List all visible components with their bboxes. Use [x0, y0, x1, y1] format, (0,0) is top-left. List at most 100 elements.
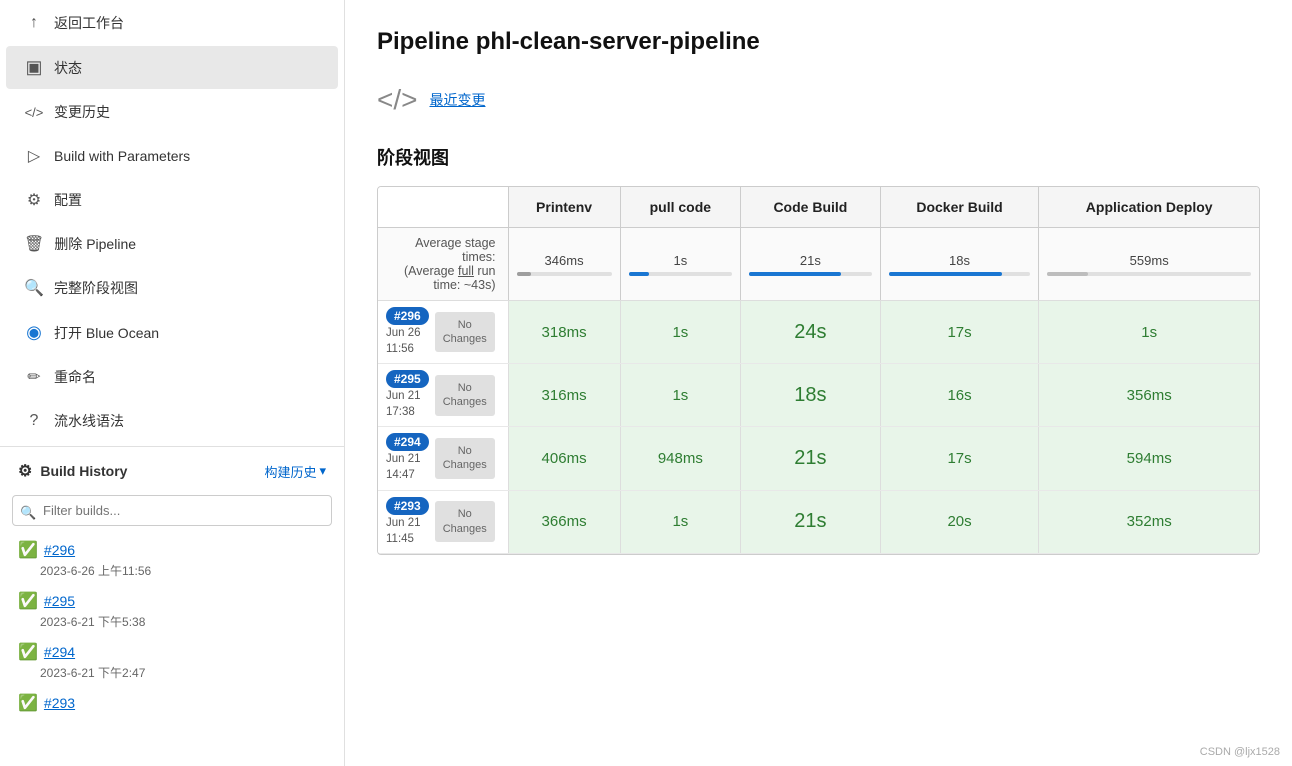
success-icon: ✅ — [18, 642, 38, 662]
build-info-inner: #295 Jun 2117:38 No Changes — [386, 370, 500, 420]
build-badge[interactable]: #296 — [386, 307, 429, 325]
build-number[interactable]: #295 — [44, 593, 75, 609]
watermark: CSDN @ljx1528 — [1200, 746, 1280, 758]
stage-view-title: 阶段视图 — [377, 144, 1260, 170]
no-changes-button[interactable]: No Changes — [435, 438, 495, 479]
recent-change-link[interactable]: 最近变更 — [429, 90, 485, 110]
search-icon: 🔍 — [20, 505, 36, 521]
stage-cell[interactable]: 352ms — [1039, 490, 1259, 553]
pencil-icon: ✏ — [24, 367, 44, 387]
stage-cell[interactable]: 318ms — [508, 301, 620, 364]
build-info-inner: #296 Jun 2611:56 No Changes — [386, 307, 500, 357]
stage-cell[interactable]: 1s — [1039, 301, 1259, 364]
no-changes-button[interactable]: No Changes — [435, 501, 495, 542]
table-row[interactable]: #296 Jun 2611:56 No Changes 318ms1s24s17… — [378, 301, 1259, 364]
build-info-cell: #294 Jun 2114:47 No Changes — [378, 427, 508, 490]
stage-table-wrapper: Printenvpull codeCode BuildDocker BuildA… — [377, 186, 1260, 555]
avg-cell-4: 559ms — [1039, 228, 1259, 301]
stage-cell[interactable]: 17s — [880, 301, 1039, 364]
stage-cell[interactable]: 17s — [880, 427, 1039, 490]
sidebar-item-label: 配置 — [54, 190, 82, 210]
avg-value: 1s — [629, 253, 732, 268]
code-brackets-icon: </> — [377, 84, 417, 116]
table-row[interactable]: #294 Jun 2114:47 No Changes 406ms948ms21… — [378, 427, 1259, 490]
build-item[interactable]: ✅ #294 2023-6-21 下午2:47 — [0, 636, 344, 687]
build-info-cell: #295 Jun 2117:38 No Changes — [378, 364, 508, 427]
sidebar-item-config[interactable]: ⚙配置 — [6, 179, 338, 221]
build-date: 2023-6-26 上午11:56 — [18, 562, 326, 579]
success-icon: ✅ — [18, 591, 38, 611]
build-badge[interactable]: #295 — [386, 370, 429, 388]
table-row[interactable]: #293 Jun 2111:45 No Changes 366ms1s21s20… — [378, 490, 1259, 553]
sidebar-item-history[interactable]: </>变更历史 — [6, 91, 338, 133]
build-history-label: Build History — [40, 463, 127, 479]
stage-cell[interactable]: 18s — [741, 364, 881, 427]
sidebar-item-syntax[interactable]: ?流水线语法 — [6, 400, 338, 442]
sidebar-item-delete[interactable]: 🗑 删除 Pipeline — [6, 223, 338, 265]
code-section: </> 最近变更 — [377, 84, 1260, 116]
build-badge[interactable]: #293 — [386, 497, 429, 515]
table-row[interactable]: #295 Jun 2117:38 No Changes 316ms1s18s16… — [378, 364, 1259, 427]
avg-value: 346ms — [517, 253, 612, 268]
progress-fill — [889, 272, 1002, 276]
sidebar-item-back[interactable]: ↑返回工作台 — [6, 2, 338, 44]
build-item[interactable]: ✅ #293 — [0, 687, 344, 719]
build-item-top: ✅ #296 — [18, 540, 326, 560]
stage-cell[interactable]: 1s — [620, 364, 740, 427]
main-content: Pipeline phl-clean-server-pipeline </> 最… — [345, 0, 1292, 766]
stage-table: Printenvpull codeCode BuildDocker BuildA… — [378, 187, 1259, 554]
build-number[interactable]: #296 — [44, 542, 75, 558]
progress-fill — [1047, 272, 1088, 276]
sidebar-item-rename[interactable]: ✏ 重命名 — [6, 356, 338, 398]
col-header-app-deploy: Application Deploy — [1039, 187, 1259, 228]
build-list: ✅ #296 2023-6-26 上午11:56 ✅ #295 2023-6-2… — [0, 534, 344, 719]
stage-cell[interactable]: 24s — [741, 301, 881, 364]
col-header-printenv: Printenv — [508, 187, 620, 228]
stage-cell[interactable]: 20s — [880, 490, 1039, 553]
stage-cell[interactable]: 1s — [620, 490, 740, 553]
stage-cell[interactable]: 406ms — [508, 427, 620, 490]
build-history-title: ⚙ Build History — [18, 461, 127, 481]
stage-cell[interactable]: 1s — [620, 301, 740, 364]
filter-builds-input[interactable] — [12, 495, 332, 526]
build-date-small: Jun 2114:47 — [386, 451, 429, 483]
build-number[interactable]: #293 — [44, 695, 75, 711]
build-info-inner: #294 Jun 2114:47 No Changes — [386, 433, 500, 483]
stage-cell[interactable]: 356ms — [1039, 364, 1259, 427]
sidebar-item-blue-ocean[interactable]: ◉打开 Blue Ocean — [6, 311, 338, 354]
sidebar-item-label: 重命名 — [54, 367, 96, 387]
sidebar-item-full-stage[interactable]: 🔍 完整阶段视图 — [6, 267, 338, 309]
col-header-pull-code: pull code — [620, 187, 740, 228]
page-title: Pipeline phl-clean-server-pipeline — [377, 28, 1260, 56]
stage-cell[interactable]: 948ms — [620, 427, 740, 490]
stage-cell[interactable]: 21s — [741, 427, 881, 490]
no-changes-button[interactable]: No Changes — [435, 312, 495, 353]
no-changes-button[interactable]: No Changes — [435, 375, 495, 416]
success-icon: ✅ — [18, 693, 38, 713]
sidebar-item-build-params[interactable]: ▷Build with Parameters — [6, 135, 338, 177]
sidebar-item-label: 打开 Blue Ocean — [54, 323, 159, 343]
stage-cell[interactable]: 21s — [741, 490, 881, 553]
progress-fill — [749, 272, 841, 276]
sidebar-item-label: 删除 Pipeline — [54, 234, 136, 254]
sidebar-item-label: 返回工作台 — [54, 13, 124, 33]
build-history-link[interactable]: 构建历史 ▾ — [264, 462, 326, 481]
build-badge[interactable]: #294 — [386, 433, 429, 451]
progress-bar — [629, 272, 732, 276]
stage-cell[interactable]: 594ms — [1039, 427, 1259, 490]
progress-fill — [517, 272, 531, 276]
stage-cell[interactable]: 16s — [880, 364, 1039, 427]
sidebar-item-label: 状态 — [54, 58, 82, 78]
search-icon: 🔍 — [24, 278, 44, 298]
avg-value: 21s — [749, 253, 872, 268]
stage-cell[interactable]: 316ms — [508, 364, 620, 427]
build-item[interactable]: ✅ #296 2023-6-26 上午11:56 — [0, 534, 344, 585]
sidebar-item-label: 完整阶段视图 — [54, 278, 138, 298]
build-number[interactable]: #294 — [44, 644, 75, 660]
stage-cell[interactable]: 366ms — [508, 490, 620, 553]
avg-value: 559ms — [1047, 253, 1251, 268]
build-item[interactable]: ✅ #295 2023-6-21 下午5:38 — [0, 585, 344, 636]
avg-cell-0: 346ms — [508, 228, 620, 301]
trash-icon: 🗑 — [24, 234, 44, 254]
sidebar-item-status[interactable]: ▣状态 — [6, 46, 338, 89]
